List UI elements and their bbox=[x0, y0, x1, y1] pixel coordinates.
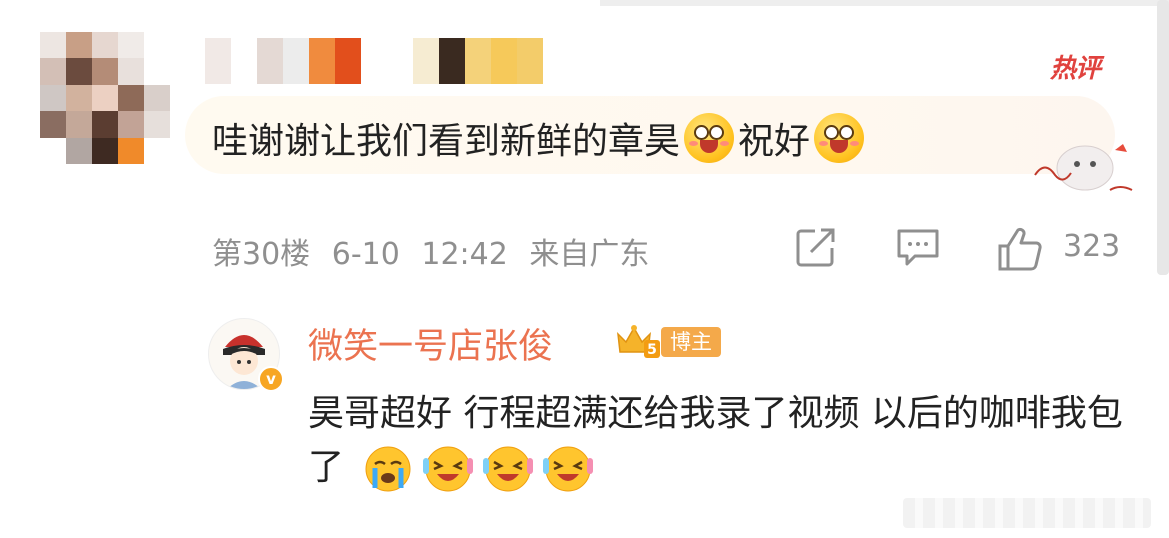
scrollbar[interactable] bbox=[1157, 0, 1169, 275]
vip-level: 5 bbox=[647, 342, 657, 358]
laughing-emoji-icon bbox=[423, 446, 474, 492]
watermark bbox=[903, 498, 1151, 528]
crying-emoji-icon bbox=[365, 446, 411, 492]
cat-sticker-decoration bbox=[1034, 144, 1133, 191]
author-badge: 博主 bbox=[661, 327, 721, 357]
commenter-avatar[interactable] bbox=[40, 32, 170, 164]
laughing-emoji-icon bbox=[543, 446, 594, 492]
comment-text-part1: 哇谢谢让我们看到新鲜的章昊 bbox=[212, 121, 681, 162]
verified-badge-icon: v bbox=[258, 366, 284, 392]
like-count: 323 bbox=[1063, 229, 1121, 264]
top-divider bbox=[600, 0, 1169, 6]
share-icon[interactable] bbox=[795, 226, 837, 268]
floor-number: 第30楼 bbox=[212, 237, 311, 272]
vip-crown-icon: 5 bbox=[617, 325, 660, 358]
comment-date: 6-10 bbox=[331, 237, 400, 272]
reply-author-name[interactable]: 微笑一号店张俊 bbox=[308, 318, 553, 369]
commenter-name[interactable] bbox=[205, 38, 543, 84]
comment-time: 12:42 bbox=[421, 237, 508, 272]
comment-icon[interactable] bbox=[895, 226, 941, 268]
smile-emoji-icon bbox=[684, 113, 735, 163]
hot-comment-badge: 热评 bbox=[1050, 54, 1101, 84]
reply-content: 昊哥超好 行程超满还给我录了视频 以后的咖啡我包了 bbox=[308, 387, 1128, 495]
laughing-emoji-icon bbox=[483, 446, 534, 492]
comment-text-part2: 祝好 bbox=[738, 121, 811, 162]
smile-emoji-icon bbox=[814, 113, 865, 163]
comment-text: 哇谢谢让我们看到新鲜的章昊 祝好 bbox=[212, 112, 868, 164]
comment-location: 来自广东 bbox=[529, 237, 650, 272]
like-icon[interactable] bbox=[996, 226, 1044, 272]
comment-meta: 第30楼 6-10 12:42 来自广东 bbox=[212, 229, 649, 273]
